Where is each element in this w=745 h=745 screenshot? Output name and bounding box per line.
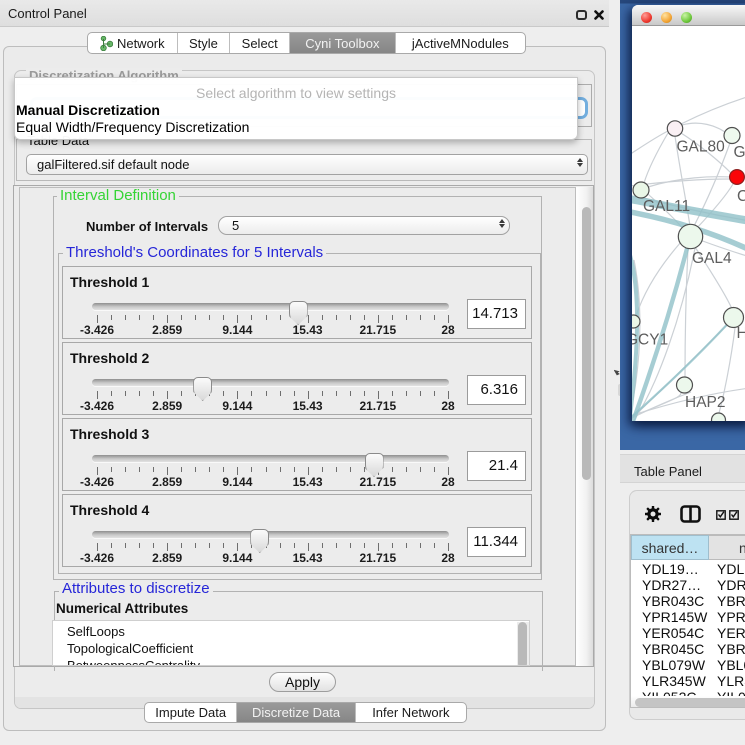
svg-text:GAL4: GAL4 [692,250,732,267]
svg-text:H: H [737,325,745,342]
svg-text:HAP2: HAP2 [685,394,726,411]
svg-text:GAL80: GAL80 [677,139,726,156]
svg-text:C: C [737,188,745,205]
svg-text:GCY1: GCY1 [632,332,668,349]
svg-text:GA: GA [734,144,745,161]
svg-text:GAL11: GAL11 [643,198,690,215]
